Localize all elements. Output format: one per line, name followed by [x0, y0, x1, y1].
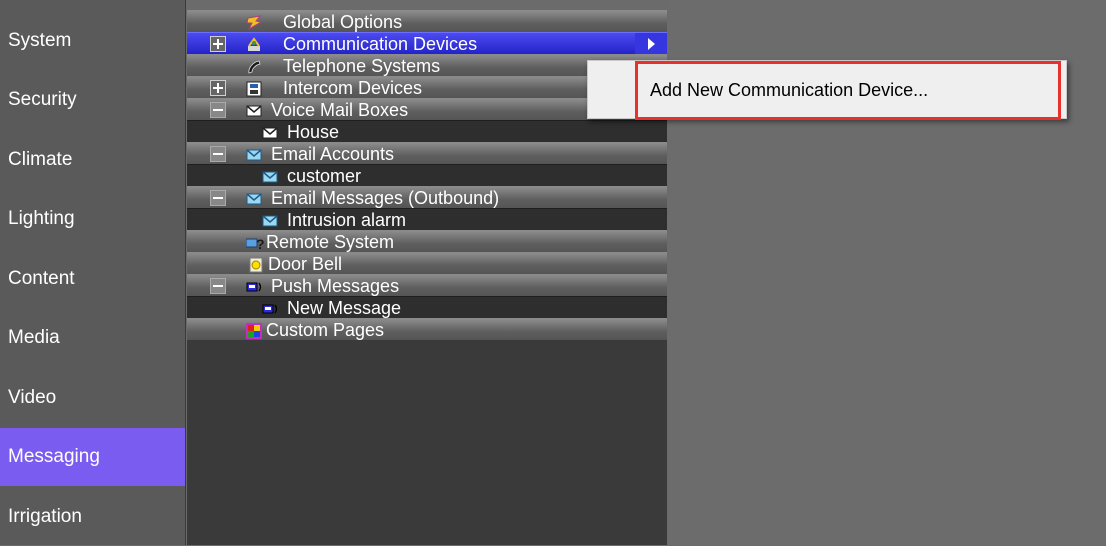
- telephone-icon: [246, 58, 262, 74]
- envelope-icon: [262, 124, 278, 140]
- envelope-icon: [246, 102, 262, 118]
- remote-system-icon: ?: [245, 234, 265, 252]
- sidebar-item-content[interactable]: Content: [0, 250, 185, 308]
- sidebar-item-lighting[interactable]: Lighting: [0, 190, 185, 248]
- expand-icon[interactable]: [210, 36, 226, 52]
- sidebar-item-irrigation[interactable]: Irrigation: [0, 488, 185, 546]
- sidebar-item-messaging[interactable]: Messaging: [0, 428, 185, 486]
- tree-item-intrusion-alarm[interactable]: Intrusion alarm: [187, 208, 667, 230]
- add-new-communication-device-menu-item[interactable]: Add New Communication Device...: [635, 61, 1061, 120]
- collapse-icon[interactable]: [210, 278, 226, 294]
- tree-item-communication-devices[interactable]: Communication Devices: [187, 32, 667, 55]
- context-menu: Add New Communication Device...: [587, 60, 1067, 120]
- svg-text:?: ?: [256, 236, 264, 251]
- tree-item-house[interactable]: House: [187, 120, 667, 142]
- expand-icon[interactable]: [210, 80, 226, 96]
- tree-item-customer[interactable]: customer: [187, 164, 667, 186]
- email-icon: [246, 190, 262, 206]
- global-options-icon: [246, 14, 263, 31]
- tree-item-new-message[interactable]: New Message: [187, 296, 667, 318]
- sidebar-item-media[interactable]: Media: [0, 309, 185, 367]
- collapse-icon[interactable]: [210, 102, 226, 118]
- tree-item-custom-pages[interactable]: Custom Pages: [187, 318, 667, 340]
- tree-item-push-messages[interactable]: Push Messages: [187, 274, 667, 296]
- tree-item-global-options[interactable]: Global Options: [187, 10, 667, 32]
- tree-item-email-messages-outbound[interactable]: Email Messages (Outbound): [187, 186, 667, 208]
- communication-devices-icon: [246, 36, 262, 52]
- push-message-icon: [246, 278, 262, 294]
- email-icon: [262, 212, 278, 228]
- door-bell-icon: [248, 256, 264, 273]
- category-sidebar: System Security Climate Lighting Content…: [0, 0, 186, 545]
- sidebar-item-system[interactable]: System: [0, 12, 185, 70]
- intercom-icon: [246, 80, 262, 97]
- custom-pages-icon: [246, 322, 262, 339]
- email-icon: [262, 168, 278, 184]
- sidebar-item-climate[interactable]: Climate: [0, 131, 185, 189]
- collapse-icon[interactable]: [210, 190, 226, 206]
- submenu-arrow-icon[interactable]: [635, 33, 667, 55]
- tree-item-door-bell[interactable]: Door Bell: [187, 252, 667, 274]
- sidebar-item-video[interactable]: Video: [0, 369, 185, 427]
- tree-item-email-accounts[interactable]: Email Accounts: [187, 142, 667, 164]
- sidebar-item-security[interactable]: Security: [0, 71, 185, 129]
- collapse-icon[interactable]: [210, 146, 226, 162]
- tree-item-remote-system[interactable]: ? Remote System: [187, 230, 667, 252]
- push-message-icon: [262, 300, 278, 316]
- email-icon: [246, 146, 262, 162]
